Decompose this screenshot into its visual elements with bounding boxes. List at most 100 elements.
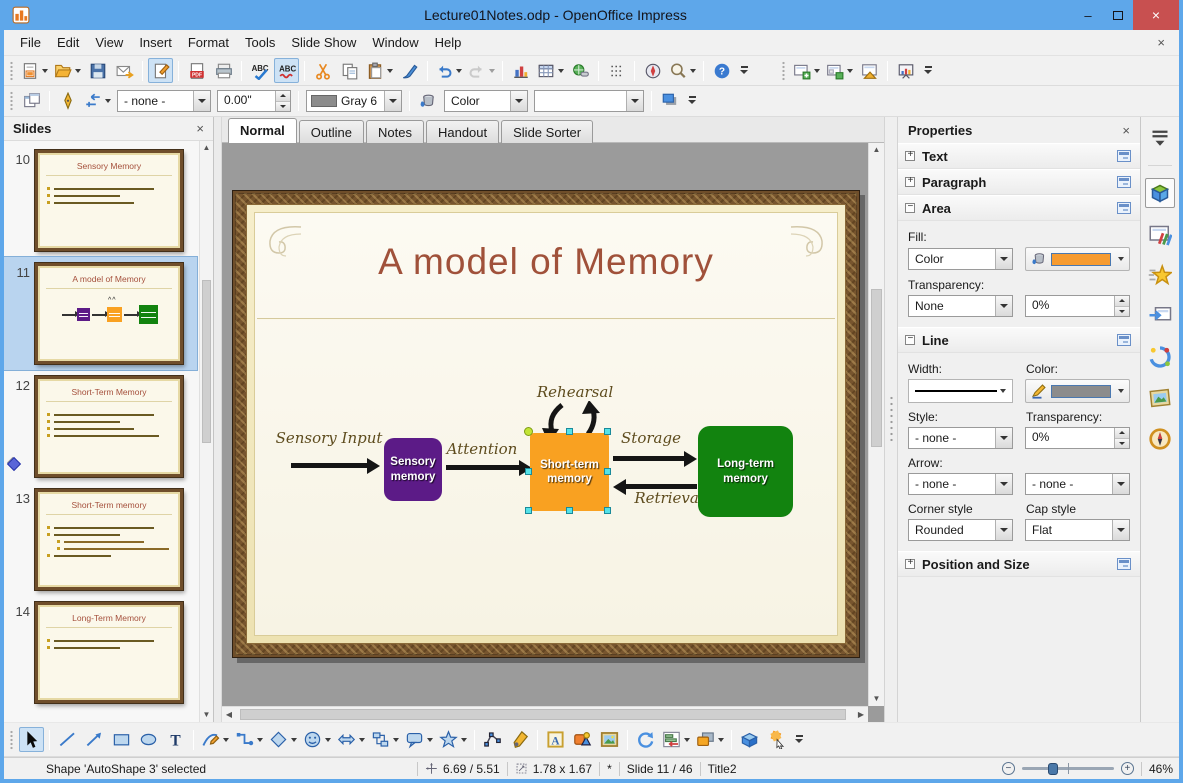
tab-outline[interactable]: Outline bbox=[298, 120, 364, 143]
scroll-down-icon[interactable]: ▼ bbox=[869, 692, 884, 706]
menu-view[interactable]: View bbox=[87, 32, 131, 53]
sidebar-tab-navigator[interactable] bbox=[1145, 424, 1175, 454]
sidebar-tab-sidebar-menu[interactable] bbox=[1145, 122, 1175, 152]
minimize-button[interactable]: – bbox=[1073, 0, 1103, 30]
scrollbar-thumb[interactable] bbox=[871, 289, 882, 447]
sidebar-splitter[interactable] bbox=[884, 117, 898, 722]
dialog-launcher-icon[interactable] bbox=[1117, 150, 1131, 162]
insert-table-button[interactable] bbox=[535, 58, 566, 83]
dropdown-arrow-icon[interactable] bbox=[456, 68, 462, 73]
gallery-shapes-button[interactable] bbox=[570, 727, 595, 752]
close-icon[interactable]: × bbox=[196, 121, 204, 136]
line-transparency-spinner[interactable]: 0% bbox=[1025, 427, 1130, 449]
shadow-button[interactable] bbox=[657, 89, 682, 114]
sidebar-tab-effects[interactable] bbox=[1145, 342, 1175, 372]
section-paragraph[interactable]: Paragraph bbox=[898, 169, 1140, 195]
dropdown-arrow-icon[interactable] bbox=[1118, 257, 1124, 261]
dropdown-arrow-icon[interactable] bbox=[461, 737, 467, 742]
corner-style-select[interactable]: Rounded bbox=[908, 519, 1013, 541]
scroll-down-icon[interactable]: ▼ bbox=[200, 708, 213, 722]
shape-sensory-memory[interactable]: Sensory memory bbox=[384, 438, 442, 501]
glue-points-button[interactable] bbox=[507, 727, 532, 752]
section-text[interactable]: Text bbox=[898, 143, 1140, 169]
scroll-right-icon[interactable]: ▶ bbox=[854, 707, 868, 722]
format-paintbrush-button[interactable] bbox=[397, 58, 422, 83]
dropdown-arrow-icon[interactable] bbox=[558, 68, 564, 73]
close-button[interactable]: × bbox=[1133, 0, 1179, 30]
redo-button[interactable] bbox=[466, 58, 497, 83]
dropdown-arrow-icon[interactable] bbox=[325, 737, 331, 742]
dropdown-arrow-icon[interactable] bbox=[1000, 389, 1007, 393]
help-button[interactable]: ? bbox=[709, 58, 734, 83]
close-icon[interactable]: × bbox=[1122, 123, 1130, 138]
scrollbar-thumb[interactable] bbox=[202, 280, 211, 444]
zoom-in-icon[interactable]: + bbox=[1120, 762, 1134, 775]
slide-title[interactable]: A model of Memory bbox=[233, 241, 859, 283]
scroll-up-icon[interactable]: ▲ bbox=[200, 141, 213, 155]
menu-insert[interactable]: Insert bbox=[131, 32, 180, 53]
toolbar-overflow-icon[interactable] bbox=[688, 96, 696, 108]
line-dialog-button[interactable] bbox=[55, 89, 80, 114]
horizontal-scrollbar[interactable]: ◀ ▶ bbox=[222, 706, 868, 722]
label-retrieval[interactable]: Retrieval bbox=[631, 489, 707, 507]
expand-icon[interactable] bbox=[905, 149, 915, 161]
splitter-grip-icon[interactable] bbox=[889, 395, 894, 442]
callouts-button[interactable] bbox=[403, 727, 435, 752]
insert-picture-button[interactable] bbox=[597, 727, 622, 752]
slide-thumbnail-12[interactable]: 12 Short-Term Memory bbox=[4, 370, 197, 483]
chevron-down-icon[interactable] bbox=[994, 249, 1012, 269]
scroll-left-icon[interactable]: ◀ bbox=[222, 707, 236, 722]
dialog-launcher-icon[interactable] bbox=[1117, 558, 1131, 570]
selection-handle[interactable] bbox=[604, 468, 611, 475]
selection-handle[interactable] bbox=[525, 507, 532, 514]
slide-thumbnail-10[interactable]: 10 Sensory Memory bbox=[4, 144, 197, 257]
styles-and-formatting-button[interactable] bbox=[19, 89, 44, 114]
zoom-level[interactable]: 46% bbox=[1149, 762, 1173, 776]
collapse-icon[interactable] bbox=[905, 333, 915, 345]
save-button[interactable] bbox=[85, 58, 110, 83]
scrollbar-thumb[interactable] bbox=[240, 709, 846, 720]
spin-up-icon[interactable] bbox=[1115, 428, 1129, 438]
sidebar-tab-master-pages[interactable] bbox=[1145, 219, 1175, 249]
dropdown-arrow-icon[interactable] bbox=[387, 68, 393, 73]
text-button[interactable]: T bbox=[163, 727, 188, 752]
slide-editing-area[interactable]: A model of Memory Sensory Input Sensory … bbox=[232, 190, 860, 658]
selection-handle[interactable] bbox=[604, 428, 611, 435]
print-button[interactable] bbox=[211, 58, 236, 83]
interaction-button[interactable] bbox=[764, 727, 789, 752]
zoom-track[interactable] bbox=[1021, 762, 1114, 775]
spin-up-icon[interactable] bbox=[1115, 296, 1129, 306]
label-attention[interactable]: Attention bbox=[439, 440, 525, 458]
zoom-slider[interactable]: − + bbox=[1001, 762, 1134, 775]
expand-icon[interactable] bbox=[905, 557, 915, 569]
shape-short-term-memory[interactable]: Short-term memory bbox=[530, 433, 609, 511]
line-color-select[interactable]: Gray 6 bbox=[306, 90, 402, 112]
sidebar-tab-slide-transition[interactable] bbox=[1145, 301, 1175, 331]
tab-handout[interactable]: Handout bbox=[425, 120, 500, 143]
toolbar-overflow-icon[interactable] bbox=[795, 735, 803, 747]
slide-design-button[interactable] bbox=[857, 58, 882, 83]
zoom-out-icon[interactable]: − bbox=[1001, 762, 1015, 775]
menu-slide-show[interactable]: Slide Show bbox=[283, 32, 364, 53]
block-arrows-button[interactable] bbox=[335, 727, 367, 752]
rotate-button[interactable] bbox=[633, 727, 658, 752]
dropdown-arrow-icon[interactable] bbox=[257, 737, 263, 742]
shape-long-term-memory[interactable]: Long-term memory bbox=[698, 426, 793, 517]
auto-spellcheck-button[interactable]: ABC bbox=[274, 58, 299, 83]
chevron-down-icon[interactable] bbox=[1112, 520, 1129, 540]
dropdown-arrow-icon[interactable] bbox=[489, 68, 495, 73]
fill-style-select[interactable]: Color bbox=[444, 90, 528, 112]
start-slideshow-button[interactable] bbox=[893, 58, 918, 83]
zoom-thumb[interactable] bbox=[1047, 762, 1058, 775]
dropdown-arrow-icon[interactable] bbox=[684, 737, 690, 742]
arrange-button[interactable] bbox=[694, 727, 726, 752]
selection-handle[interactable] bbox=[566, 428, 573, 435]
chevron-down-icon[interactable] bbox=[626, 91, 643, 111]
sidebar-tab-properties[interactable] bbox=[1145, 178, 1175, 208]
undo-button[interactable] bbox=[433, 58, 464, 83]
layout-name[interactable]: Title2 bbox=[708, 762, 737, 776]
line-style-select[interactable]: - none - bbox=[908, 427, 1013, 449]
arrow-start-select[interactable]: - none - bbox=[908, 473, 1013, 495]
selection-handle[interactable] bbox=[566, 507, 573, 514]
arrow-end-select[interactable]: - none - bbox=[1025, 473, 1130, 495]
